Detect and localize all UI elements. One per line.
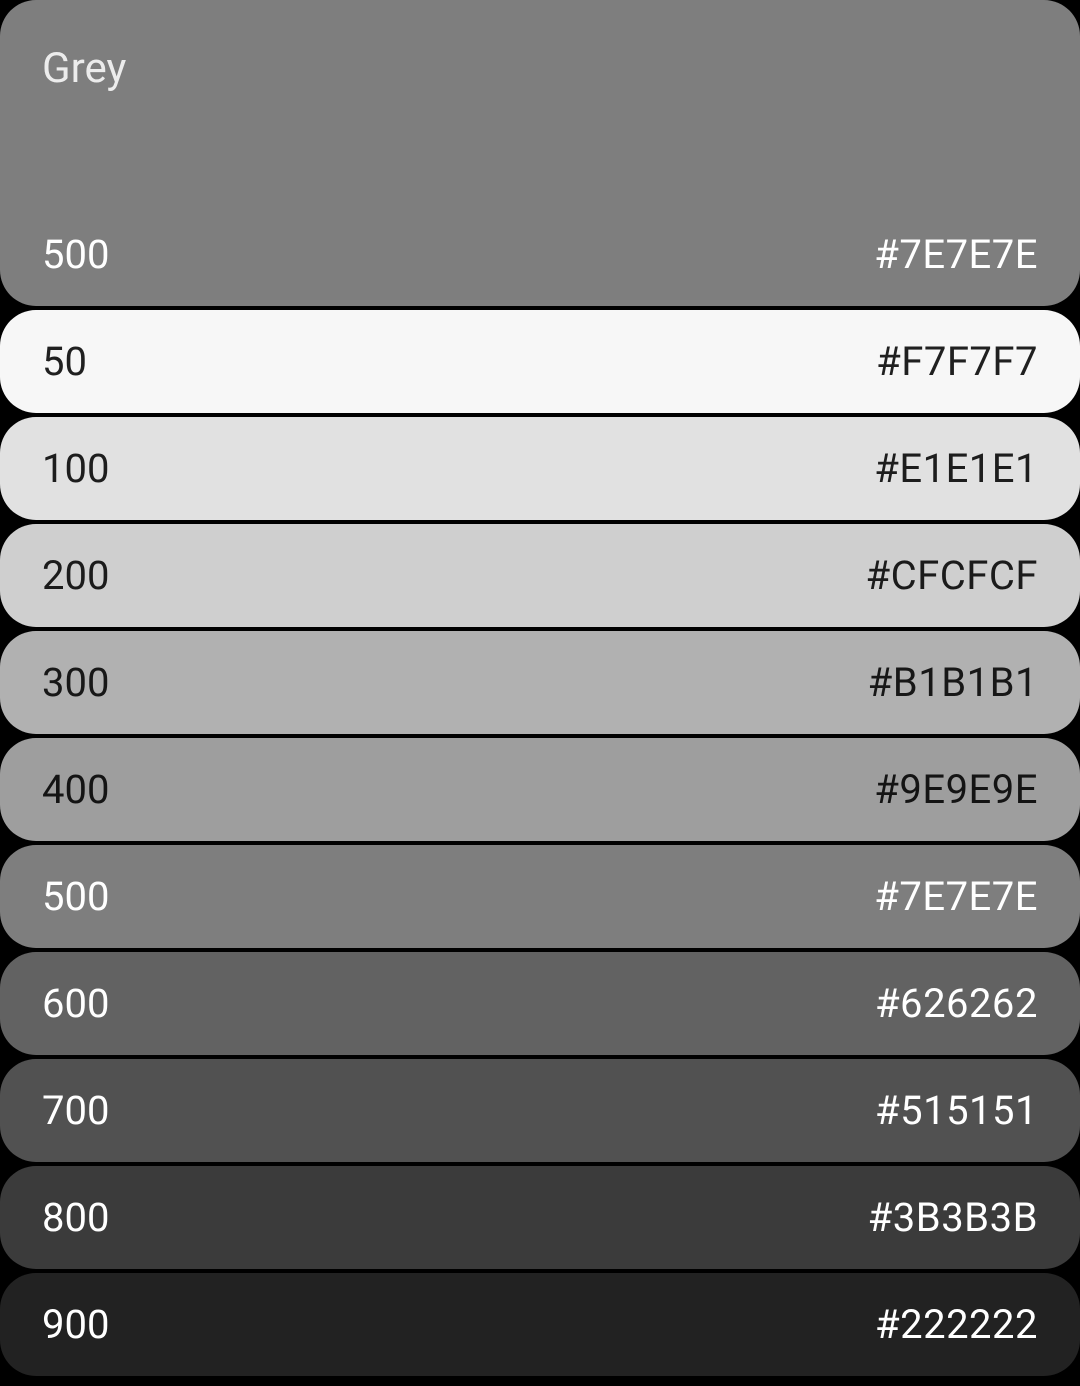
swatch-row: 500 #7E7E7E	[0, 845, 1080, 948]
swatch-list: 50 #F7F7F7 100 #E1E1E1 200 #CFCFCF 300 #B1B1B1 4…	[0, 310, 1080, 1376]
color-palette: Grey 500 #7E7E7E 50 #F7F7F7 100 #E1E1E1 200 #…	[0, 0, 1080, 1376]
swatch-hex-value: #626262	[875, 980, 1038, 1027]
swatch-shade-label: 50	[42, 338, 87, 385]
swatch-hex-value: #3B3B3B	[868, 1194, 1038, 1241]
swatch-hex-value: #CFCFCF	[865, 552, 1038, 599]
swatch-hex-value: #9E9E9E	[874, 766, 1038, 813]
swatch-shade-label: 400	[42, 766, 109, 813]
swatch-row: 50 #F7F7F7	[0, 310, 1080, 413]
swatch-shade-label: 600	[42, 980, 109, 1027]
swatch-row: 900 #222222	[0, 1273, 1080, 1376]
header-hex-value: #7E7E7E	[874, 231, 1038, 278]
swatch-row: 600 #626262	[0, 952, 1080, 1055]
swatch-shade-label: 100	[42, 445, 109, 492]
swatch-shade-label: 700	[42, 1087, 109, 1134]
swatch-row: 800 #3B3B3B	[0, 1166, 1080, 1269]
swatch-shade-label: 800	[42, 1194, 109, 1241]
swatch-shade-label: 200	[42, 552, 109, 599]
swatch-shade-label: 500	[42, 873, 109, 920]
swatch-row: 100 #E1E1E1	[0, 417, 1080, 520]
swatch-hex-value: #B1B1B1	[868, 659, 1038, 706]
swatch-row: 200 #CFCFCF	[0, 524, 1080, 627]
swatch-shade-label: 900	[42, 1301, 109, 1348]
header-shade-label: 500	[42, 231, 109, 278]
swatch-hex-value: #7E7E7E	[874, 873, 1038, 920]
swatch-hex-value: #F7F7F7	[876, 338, 1038, 385]
palette-header: Grey 500 #7E7E7E	[0, 0, 1080, 306]
swatch-hex-value: #222222	[875, 1301, 1038, 1348]
palette-name: Grey	[42, 44, 1038, 93]
palette-header-footer: 500 #7E7E7E	[42, 231, 1038, 278]
swatch-hex-value: #515151	[875, 1087, 1038, 1134]
swatch-row: 700 #515151	[0, 1059, 1080, 1162]
swatch-row: 400 #9E9E9E	[0, 738, 1080, 841]
swatch-shade-label: 300	[42, 659, 109, 706]
swatch-hex-value: #E1E1E1	[874, 445, 1038, 492]
swatch-row: 300 #B1B1B1	[0, 631, 1080, 734]
